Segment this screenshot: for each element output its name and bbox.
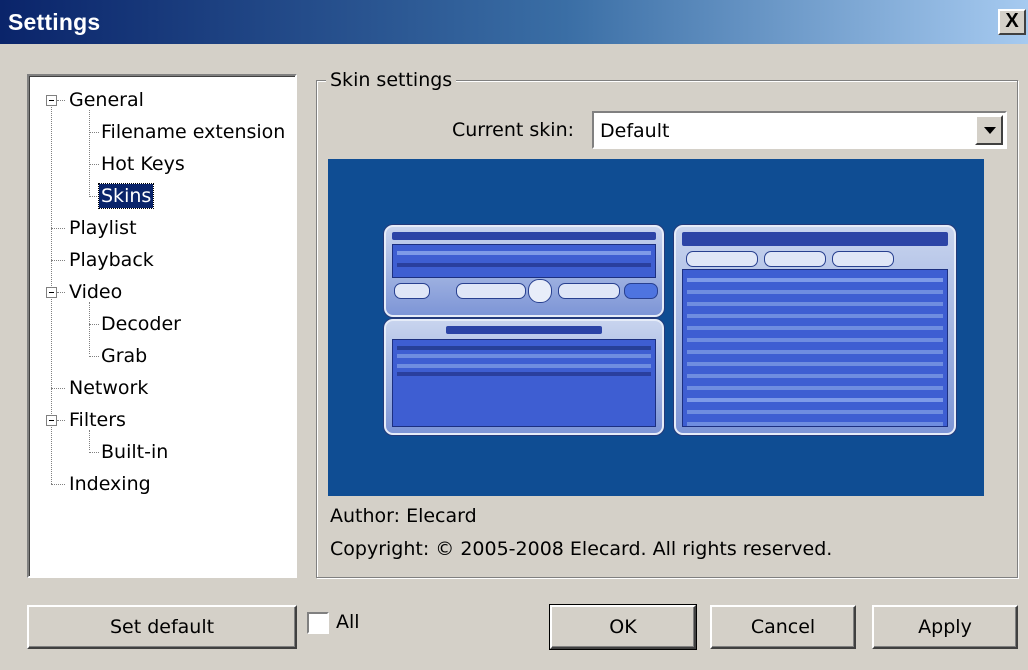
tree-connector (57, 100, 65, 101)
preview-playlist-window (384, 319, 664, 435)
tree-connector (89, 302, 90, 354)
cancel-button[interactable]: Cancel (710, 605, 856, 649)
tree-item-general[interactable]: General (69, 88, 144, 112)
tree-item-indexing[interactable]: Indexing (69, 472, 151, 496)
tree-connector (89, 452, 99, 453)
all-checkbox[interactable] (307, 612, 329, 634)
tree-connector (89, 110, 90, 195)
preview-player-window (384, 225, 664, 317)
current-skin-label: Current skin: (452, 119, 575, 141)
all-checkbox-label[interactable]: All (336, 610, 360, 634)
skin-copyright: Copyright: © 2005-2008 Elecard. All righ… (330, 538, 833, 560)
tree-item-skins[interactable]: Skins (97, 183, 155, 209)
tree-item-decoder[interactable]: Decoder (101, 312, 181, 336)
current-skin-dropdown[interactable]: Default (592, 111, 1007, 149)
skin-author: Author: Elecard (330, 505, 477, 527)
tree-connector (89, 430, 90, 450)
tree-item-playback[interactable]: Playback (69, 248, 154, 272)
collapse-general-icon[interactable] (46, 95, 57, 106)
tree-item-filename-extension[interactable]: Filename extension (101, 120, 285, 144)
current-skin-value: Default (600, 120, 670, 142)
tree-item-hot-keys[interactable]: Hot Keys (101, 152, 185, 176)
tree-connector (89, 196, 99, 197)
tree-connector (89, 356, 99, 357)
collapse-video-icon[interactable] (46, 287, 57, 298)
tree-connector (57, 420, 65, 421)
set-default-button[interactable]: Set default (27, 605, 297, 649)
tree-connector (89, 324, 99, 325)
close-button[interactable]: X (998, 9, 1026, 35)
tree-connector (89, 164, 99, 165)
dropdown-arrow-icon[interactable] (975, 115, 1003, 145)
tree-item-playlist[interactable]: Playlist (69, 216, 137, 240)
tree-item-built-in[interactable]: Built-in (101, 440, 168, 464)
tree-connector (57, 292, 65, 293)
apply-button[interactable]: Apply (872, 605, 1018, 649)
tree-connector (51, 228, 65, 229)
tree-connector (89, 132, 99, 133)
window-title: Settings (8, 9, 101, 35)
skin-settings-group-label: Skin settings (326, 68, 457, 92)
tree-connector (51, 260, 65, 261)
preview-info-window (674, 225, 956, 435)
tree-connector (51, 388, 65, 389)
title-bar: Settings X (0, 0, 1028, 44)
tree-connector (51, 484, 65, 485)
skin-preview-image (328, 159, 984, 496)
ok-button[interactable]: OK (549, 604, 697, 650)
collapse-filters-icon[interactable] (46, 415, 57, 426)
tree-item-network[interactable]: Network (69, 376, 148, 400)
tree-item-grab[interactable]: Grab (101, 344, 147, 368)
tree-item-video[interactable]: Video (69, 280, 122, 304)
tree-item-filters[interactable]: Filters (69, 408, 126, 432)
settings-tree[interactable]: General Filename extension Hot Keys Skin… (27, 74, 297, 578)
